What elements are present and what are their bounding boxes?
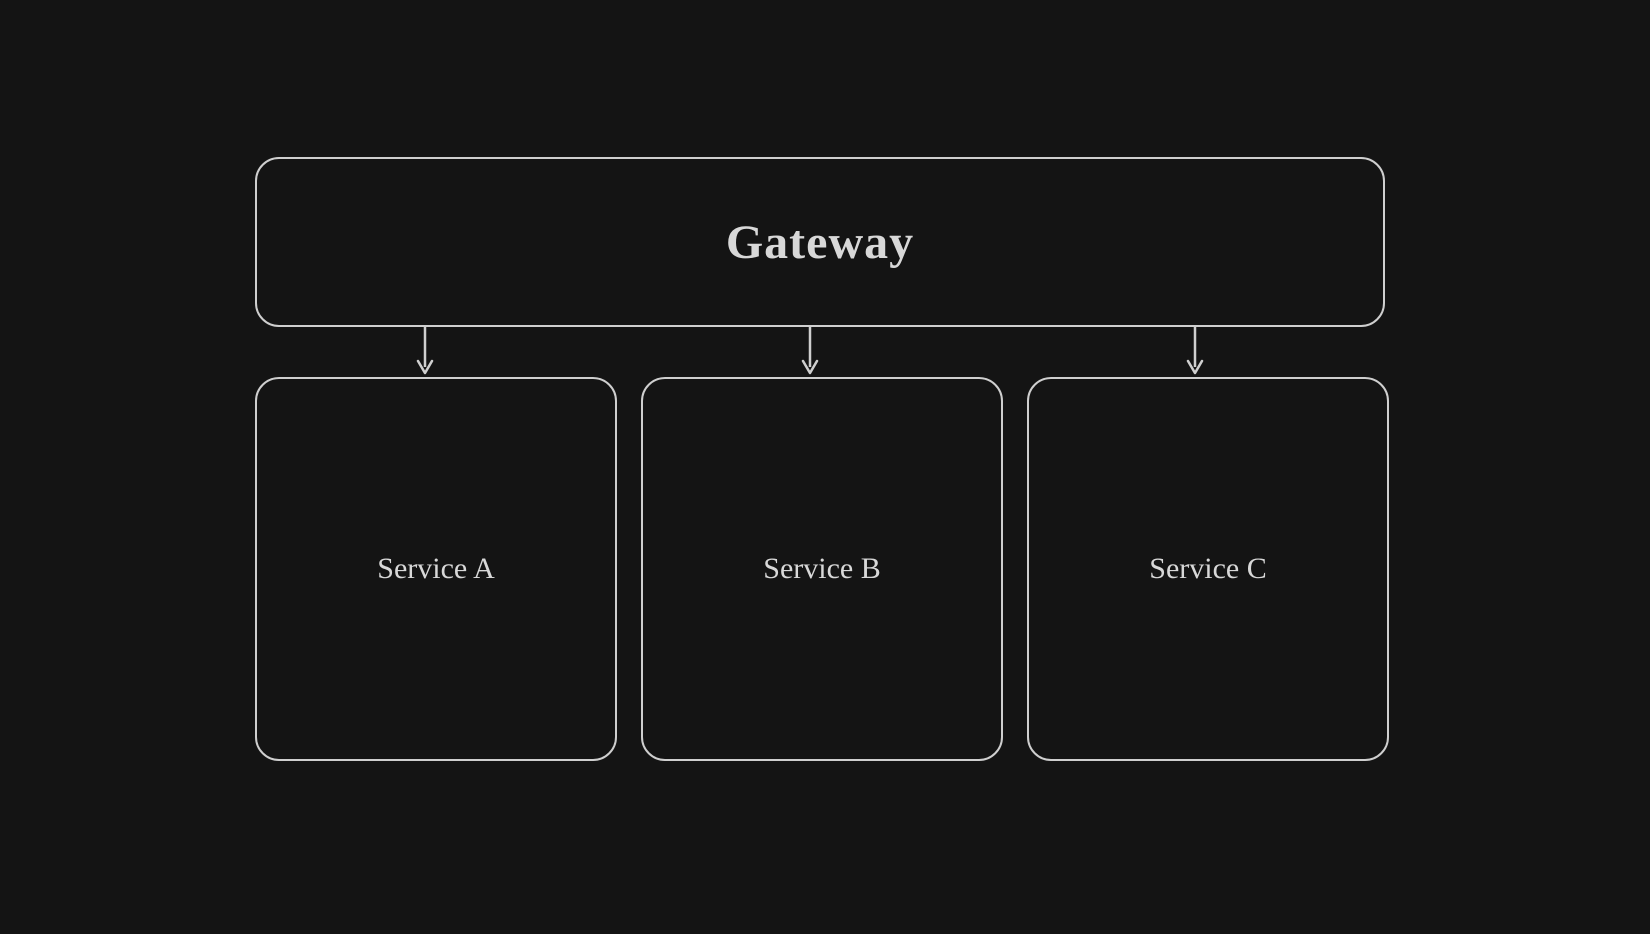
service-c-box: Service C bbox=[1027, 377, 1389, 761]
arrow-to-service-c bbox=[1180, 325, 1210, 381]
service-b-box: Service B bbox=[641, 377, 1003, 761]
arrow-to-service-b bbox=[795, 325, 825, 381]
architecture-diagram: Gateway Service A Service B Service C bbox=[255, 157, 1395, 777]
service-a-box: Service A bbox=[255, 377, 617, 761]
arrow-to-service-a bbox=[410, 325, 440, 381]
service-a-label: Service A bbox=[377, 552, 494, 586]
service-c-label: Service C bbox=[1149, 552, 1266, 586]
gateway-label: Gateway bbox=[726, 215, 914, 270]
service-b-label: Service B bbox=[763, 552, 880, 586]
gateway-box: Gateway bbox=[255, 157, 1385, 327]
